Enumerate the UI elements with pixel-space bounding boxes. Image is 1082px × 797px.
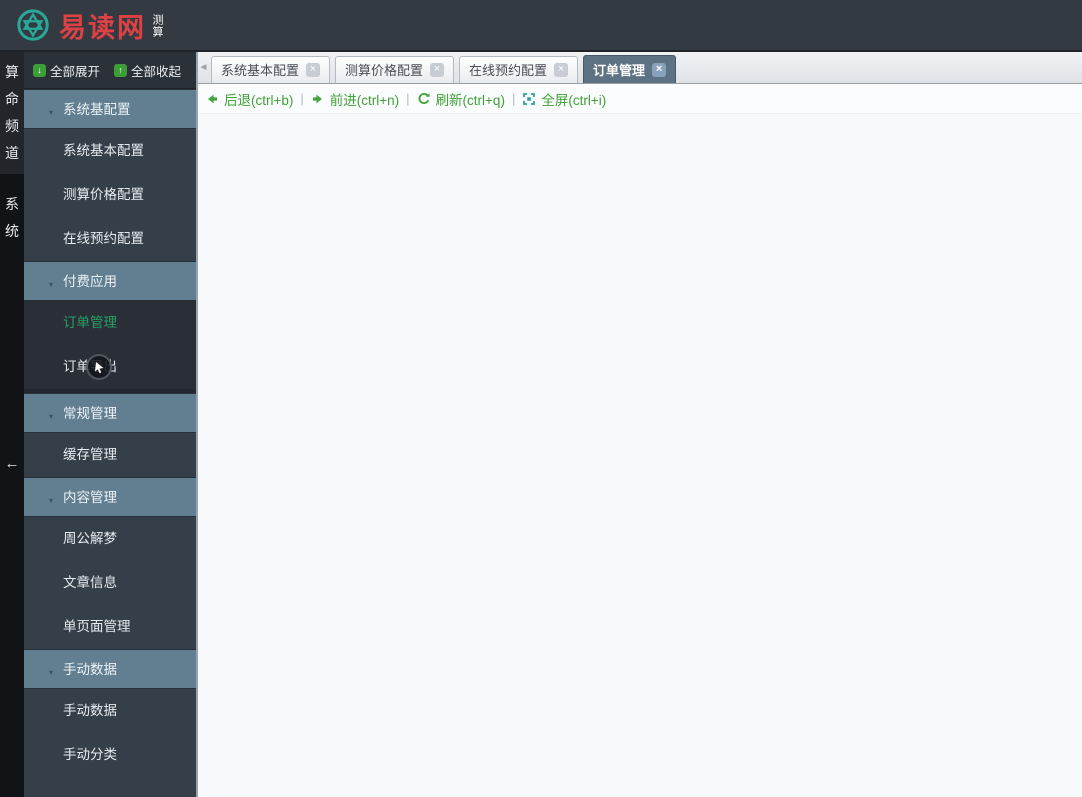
sidebar-submenu[interactable]: 缓存管理 <box>24 433 196 477</box>
tab-label[interactable]: 系统基本配置 <box>221 60 299 79</box>
refresh-icon[interactable] <box>417 92 431 106</box>
sidebar-item[interactable]: 订单管理 <box>24 301 196 345</box>
tab-label[interactable]: 测算价格配置 <box>345 60 423 79</box>
sidebar-group-header[interactable]: ▾ 付费应用 <box>24 261 196 301</box>
chevron-down-icon[interactable]: ▾ <box>49 265 53 305</box>
chevron-down-icon[interactable]: ▾ <box>49 481 53 521</box>
command-toolbar: 后退(ctrl+b) | 前进(ctrl+n) | 刷新(ctrl+q) | 全屏(ctrl… <box>198 84 1082 114</box>
chevron-down-icon[interactable]: ▾ <box>49 93 53 133</box>
sidebar-item[interactable]: 单页面管理 <box>24 605 196 649</box>
tab-close-icon[interactable]: × <box>652 62 667 77</box>
tab-close-icon[interactable]: × <box>554 62 569 77</box>
sidebar-item[interactable]: 文章信息 <box>24 561 196 605</box>
sidebar-group-header[interactable]: ▾ 内容管理 <box>24 477 196 517</box>
collapse-all-button[interactable]: ↑ 全部收起 <box>114 61 181 80</box>
expand-all-button[interactable]: ↓ 全部展开 <box>33 61 100 80</box>
back-arrow-icon[interactable] <box>205 92 219 106</box>
chevron-down-icon[interactable]: ▾ <box>49 653 53 693</box>
tab-close-icon[interactable]: × <box>306 62 321 77</box>
cmd-separator[interactable]: | <box>512 91 515 106</box>
tab-item[interactable]: 系统基本配置 × <box>211 55 331 83</box>
sidebar-submenu[interactable]: 手动数据 手动分类 <box>24 689 196 777</box>
sidebar-submenu[interactable]: 系统基本配置 测算价格配置 在线预约配置 <box>24 129 196 261</box>
cmd-label[interactable]: 前进(ctrl+n) <box>330 89 399 109</box>
fullscreen-icon[interactable] <box>522 92 536 106</box>
sidebar: ↓ 全部展开 ↑ 全部收起 ▾ 系统基配置 系统基本配置 测算价格配置 在线预约配置 ▾ 付… <box>24 52 198 797</box>
cmd-label[interactable]: 全屏(ctrl+i) <box>541 89 606 109</box>
cmd-forward-arrow[interactable]: 前进(ctrl+n) <box>311 89 399 109</box>
tab-item[interactable]: 测算价格配置 × <box>335 55 455 83</box>
sidebar-item[interactable]: 系统基本配置 <box>24 129 196 173</box>
sidebar-group-header[interactable]: ▾ 常规管理 <box>24 393 196 433</box>
sidebar-submenu[interactable]: 周公解梦 文章信息 单页面管理 <box>24 517 196 649</box>
sidebar-collapse-arrow[interactable]: ← <box>1 453 23 475</box>
sidebar-item[interactable]: 测算价格配置 <box>24 173 196 217</box>
tab-label[interactable]: 订单管理 <box>593 60 645 79</box>
cmd-fullscreen[interactable]: 全屏(ctrl+i) <box>522 89 606 109</box>
expand-all-label: 全部展开 <box>50 64 101 79</box>
collapse-all-label: 全部收起 <box>131 64 182 79</box>
cmd-separator[interactable]: | <box>300 91 303 106</box>
tab-active[interactable]: 订单管理 × <box>583 55 677 83</box>
tab-item[interactable]: 在线预约配置 × <box>459 55 579 83</box>
sidebar-item[interactable]: 手动数据 <box>24 689 196 733</box>
cmd-label[interactable]: 刷新(ctrl+q) <box>436 89 505 109</box>
logo-badge: 测算 <box>151 14 163 38</box>
main-area: ◄ 系统基本配置 × 测算价格配置 × 在线预约配置 × 订单管理 × 后退(ctrl+b) |… <box>198 52 1082 797</box>
sidebar-item[interactable]: 缓存管理 <box>24 433 196 477</box>
chevron-down-icon[interactable]: ▾ <box>49 397 53 437</box>
topbar: 易读网 测算 <box>0 0 1082 52</box>
channel-strip: 算命频道系统 ← <box>0 52 24 797</box>
tab-close-icon[interactable]: × <box>430 62 445 77</box>
tab-label[interactable]: 在线预约配置 <box>469 60 547 79</box>
sidebar-group-header[interactable]: ▾ 手动数据 <box>24 649 196 689</box>
sidebar-toolbar: ↓ 全部展开 ↑ 全部收起 <box>24 52 196 89</box>
sidebar-item[interactable]: 手动分类 <box>24 733 196 777</box>
tab-scroll-left-button[interactable]: ◄ <box>198 52 209 83</box>
content-panel <box>198 114 1082 797</box>
green-up-arrow-icon: ↑ <box>114 63 128 77</box>
sidebar-menu: ▾ 系统基配置 系统基本配置 测算价格配置 在线预约配置 ▾ 付费应用 订单管理 订单导出 ▾ 常规… <box>24 89 196 797</box>
sidebar-submenu[interactable]: 订单管理 订单导出 <box>24 301 196 393</box>
app-window: 易读网 测算 算命频道 系统 ← ↓ 全部展开 ↑ 全部收起 ▾ 系统基配置 系统基本… <box>0 0 1082 797</box>
channel-strip-item[interactable]: 系统 <box>0 184 24 252</box>
body-row: 算命频道 系统 ← ↓ 全部展开 ↑ 全部收起 ▾ 系统基配置 系统基本配置 测算价格配… <box>0 52 1082 797</box>
forward-arrow-icon[interactable] <box>311 92 325 106</box>
cmd-back-arrow[interactable]: 后退(ctrl+b) <box>205 89 293 109</box>
sidebar-group-header[interactable]: ▾ 系统基配置 <box>24 89 196 129</box>
cmd-refresh[interactable]: 刷新(ctrl+q) <box>417 89 505 109</box>
cmd-separator[interactable]: | <box>406 91 409 106</box>
tabstrip: ◄ 系统基本配置 × 测算价格配置 × 在线预约配置 × 订单管理 × <box>198 52 1082 84</box>
sidebar-item[interactable]: 订单导出 <box>24 345 196 389</box>
channel-strip-item[interactable]: 算命频道 <box>0 52 24 174</box>
sidebar-item[interactable]: 周公解梦 <box>24 517 196 561</box>
hexagram-circle-icon <box>17 9 49 41</box>
cmd-label[interactable]: 后退(ctrl+b) <box>224 89 293 109</box>
green-down-arrow-icon: ↓ <box>33 63 46 77</box>
site-logo-text: 易读网 <box>59 12 146 43</box>
sidebar-item[interactable]: 在线预约配置 <box>24 217 196 261</box>
